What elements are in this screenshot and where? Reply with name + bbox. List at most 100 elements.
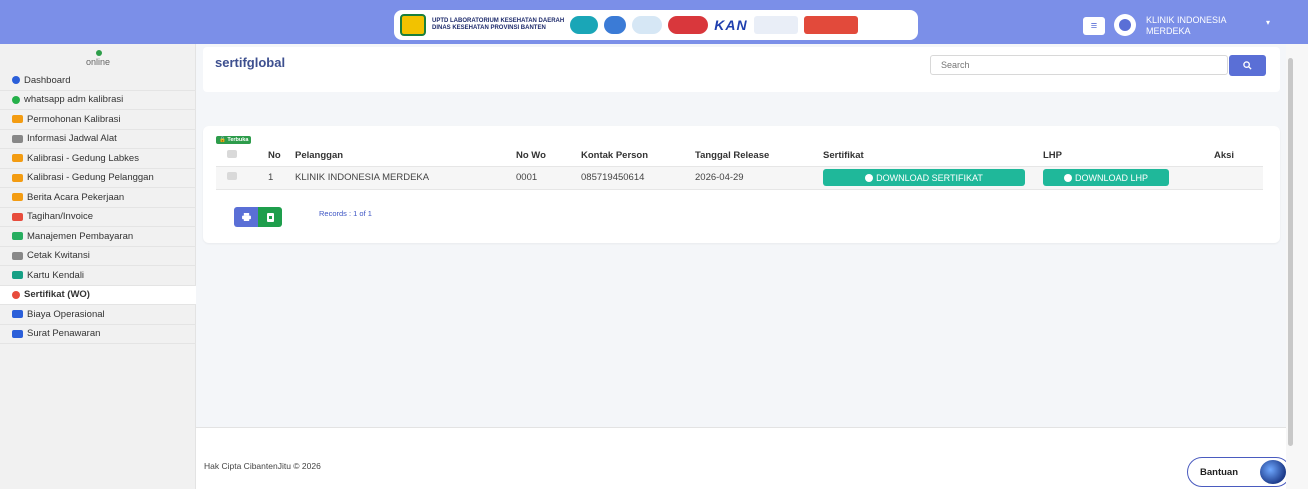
sidebar-item-whatsapp-adm-kalibrasi[interactable]: whatsapp adm kalibrasi	[0, 91, 196, 110]
page-header: sertifglobal	[203, 47, 1280, 92]
certificate-icon	[12, 290, 20, 299]
user-name[interactable]: KLINIK INDONESIA MERDEKA	[1146, 15, 1246, 37]
help-button-label: Bantuan	[1200, 466, 1238, 478]
copyright-text: Hak Cipta CibantenJitu © 2026	[204, 461, 321, 471]
download-lhp-label: DOWNLOAD LHP	[1074, 172, 1148, 183]
sidebar: online Dashboard whatsapp adm kalibrasi Pe…	[0, 44, 196, 489]
header-no: No	[268, 145, 295, 167]
menu-toggle-button[interactable]: ≡	[1083, 17, 1105, 35]
money-icon	[12, 232, 23, 241]
download-icon	[1063, 173, 1072, 182]
sidebar-item-sertifikat-wo[interactable]: Sertifikat (WO)	[0, 285, 196, 305]
sidebar-item-kalibrasi-gedung-pelanggan[interactable]: Kalibrasi - Gedung Pelanggan	[0, 169, 196, 188]
row-checkbox[interactable]	[227, 172, 237, 180]
banten-seal-icon	[400, 14, 426, 36]
sidebar-item-surat-penawaran[interactable]: Surat Penawaran	[0, 325, 196, 344]
header-lhp: LHP	[1043, 145, 1214, 167]
folder-open-icon	[12, 173, 23, 182]
help-button[interactable]: Bantuan	[1187, 457, 1291, 487]
sidebar-item-label: Berita Acara Pekerjaan	[27, 191, 125, 203]
folder-open-icon	[12, 154, 23, 163]
accreditation-logo-icon	[753, 16, 798, 34]
header-pelanggan: Pelanggan	[295, 145, 516, 167]
sidebar-item-label: whatsapp adm kalibrasi	[24, 94, 124, 106]
header-banner: UPTD LABORATORIUM KESEHATAN DAERAH DINAS…	[394, 10, 918, 40]
banner-text: UPTD LABORATORIUM KESEHATAN DAERAH DINAS…	[432, 18, 564, 32]
download-icon	[865, 173, 874, 182]
download-lhp-button[interactable]: DOWNLOAD LHP	[1043, 169, 1169, 186]
sidebar-item-label: Kalibrasi - Gedung Labkes	[27, 152, 139, 164]
cell-aksi	[1214, 166, 1263, 190]
status-badge: 🔒 Terbuka	[216, 136, 252, 144]
top-navbar: UPTD LABORATORIUM KESEHATAN DAERAH DINAS…	[0, 0, 1308, 44]
certificate-table-card: 🔒 Terbuka No Pelanggan No Wo Kontak Pers…	[203, 126, 1280, 243]
card-icon	[12, 271, 23, 280]
header-sertifikat: Sertifikat	[823, 145, 1043, 167]
calculator-icon	[12, 310, 23, 319]
search-button[interactable]	[1229, 55, 1266, 76]
folder-icon	[12, 193, 23, 202]
sidebar-item-label: Surat Penawaran	[27, 328, 101, 340]
calendar-icon	[12, 134, 23, 143]
cell-pelanggan: KLINIK INDONESIA MERDEKA	[295, 166, 516, 190]
sidebar-item-dashboard[interactable]: Dashboard	[0, 71, 196, 91]
sidebar-item-label: Cetak Kwitansi	[27, 250, 90, 262]
sidebar-item-cetak-kwitansi[interactable]: Cetak Kwitansi	[0, 247, 196, 266]
online-status-text: online	[85, 57, 111, 67]
globe-icon	[1260, 460, 1286, 484]
pmi-logo-icon	[668, 16, 709, 34]
sidebar-item-label: Tagihan/Invoice	[27, 211, 94, 223]
header-tanggal-release: Tanggal Release	[695, 145, 823, 167]
row-checkbox-cell[interactable]	[216, 166, 268, 190]
send-icon	[12, 329, 23, 338]
export-excel-button[interactable]	[258, 207, 282, 227]
sidebar-item-label: Informasi Jadwal Alat	[27, 133, 117, 145]
select-all-checkbox-cell[interactable]	[216, 145, 268, 167]
sidebar-item-label: Biaya Operasional	[27, 308, 105, 320]
sidebar-item-manajemen-pembayaran[interactable]: Manajemen Pembayaran	[0, 227, 196, 247]
sidebar-item-kartu-kendali[interactable]: Kartu Kendali	[0, 266, 196, 286]
sidebar-item-tagihan-invoice[interactable]: Tagihan/Invoice	[0, 208, 196, 227]
print-icon	[241, 213, 251, 221]
table-row: 1 KLINIK INDONESIA MERDEKA 0001 08571945…	[216, 166, 1263, 190]
download-sertifikat-button[interactable]: DOWNLOAD SERTIFIKAT	[823, 169, 1025, 186]
banner-line-1: UPTD LABORATORIUM KESEHATAN DAERAH	[432, 18, 565, 24]
cell-kontak-person: 085719450614	[581, 166, 695, 190]
scrollbar-thumb[interactable]	[1288, 58, 1293, 446]
print-button[interactable]	[234, 207, 258, 227]
search-icon	[1243, 61, 1252, 70]
cibanten-jitu-logo-icon	[570, 16, 599, 34]
kemenkes-logo-icon	[604, 16, 627, 34]
sidebar-item-informasi-jadwal-alat[interactable]: Informasi Jadwal Alat	[0, 130, 196, 149]
dashboard-icon	[12, 76, 20, 85]
sidebar-item-biaya-operasional[interactable]: Biaya Operasional	[0, 305, 196, 325]
sidebar-item-label: Kalibrasi - Gedung Pelanggan	[27, 172, 154, 184]
sidebar-nav: Dashboard whatsapp adm kalibrasi Permohona…	[0, 71, 196, 344]
table-header-row: No Pelanggan No Wo Kontak Person Tanggal…	[216, 145, 1263, 167]
records-count: Records : 1 of 1	[319, 209, 372, 218]
sidebar-item-label: Sertifikat (WO)	[24, 289, 90, 301]
germas-logo-icon	[632, 16, 663, 34]
sidebar-item-berita-acara-pekerjaan[interactable]: Berita Acara Pekerjaan	[0, 188, 196, 208]
cell-no: 1	[268, 166, 295, 190]
online-status-icon	[96, 50, 102, 56]
sidebar-item-label: Permohonan Kalibrasi	[27, 113, 121, 125]
whatsapp-icon	[12, 95, 20, 104]
user-avatar-icon[interactable]	[1114, 14, 1136, 36]
kan-logo: KAN	[714, 17, 748, 33]
cell-tanggal-release: 2026-04-29	[695, 166, 823, 190]
chevron-down-icon[interactable]: ▾	[1266, 18, 1270, 27]
header-no-wo: No Wo	[516, 145, 581, 167]
sidebar-item-kalibrasi-gedung-labkes[interactable]: Kalibrasi - Gedung Labkes	[0, 149, 196, 169]
sidebar-item-permohonan-kalibrasi[interactable]: Permohonan Kalibrasi	[0, 110, 196, 130]
download-sertifikat-label: DOWNLOAD SERTIFIKAT	[876, 172, 983, 183]
cell-sertifikat: DOWNLOAD SERTIFIKAT	[823, 166, 1043, 190]
berakhlak-logo-icon	[803, 16, 858, 34]
print-icon	[12, 251, 23, 260]
header-aksi: Aksi	[1214, 145, 1263, 167]
banner-line-2: DINAS KESEHATAN PROVINSI BANTEN	[432, 25, 546, 31]
select-all-checkbox[interactable]	[227, 149, 237, 158]
search-input[interactable]	[930, 55, 1228, 75]
status-badge-label: Terbuka	[227, 137, 249, 143]
invoice-icon	[12, 212, 23, 221]
